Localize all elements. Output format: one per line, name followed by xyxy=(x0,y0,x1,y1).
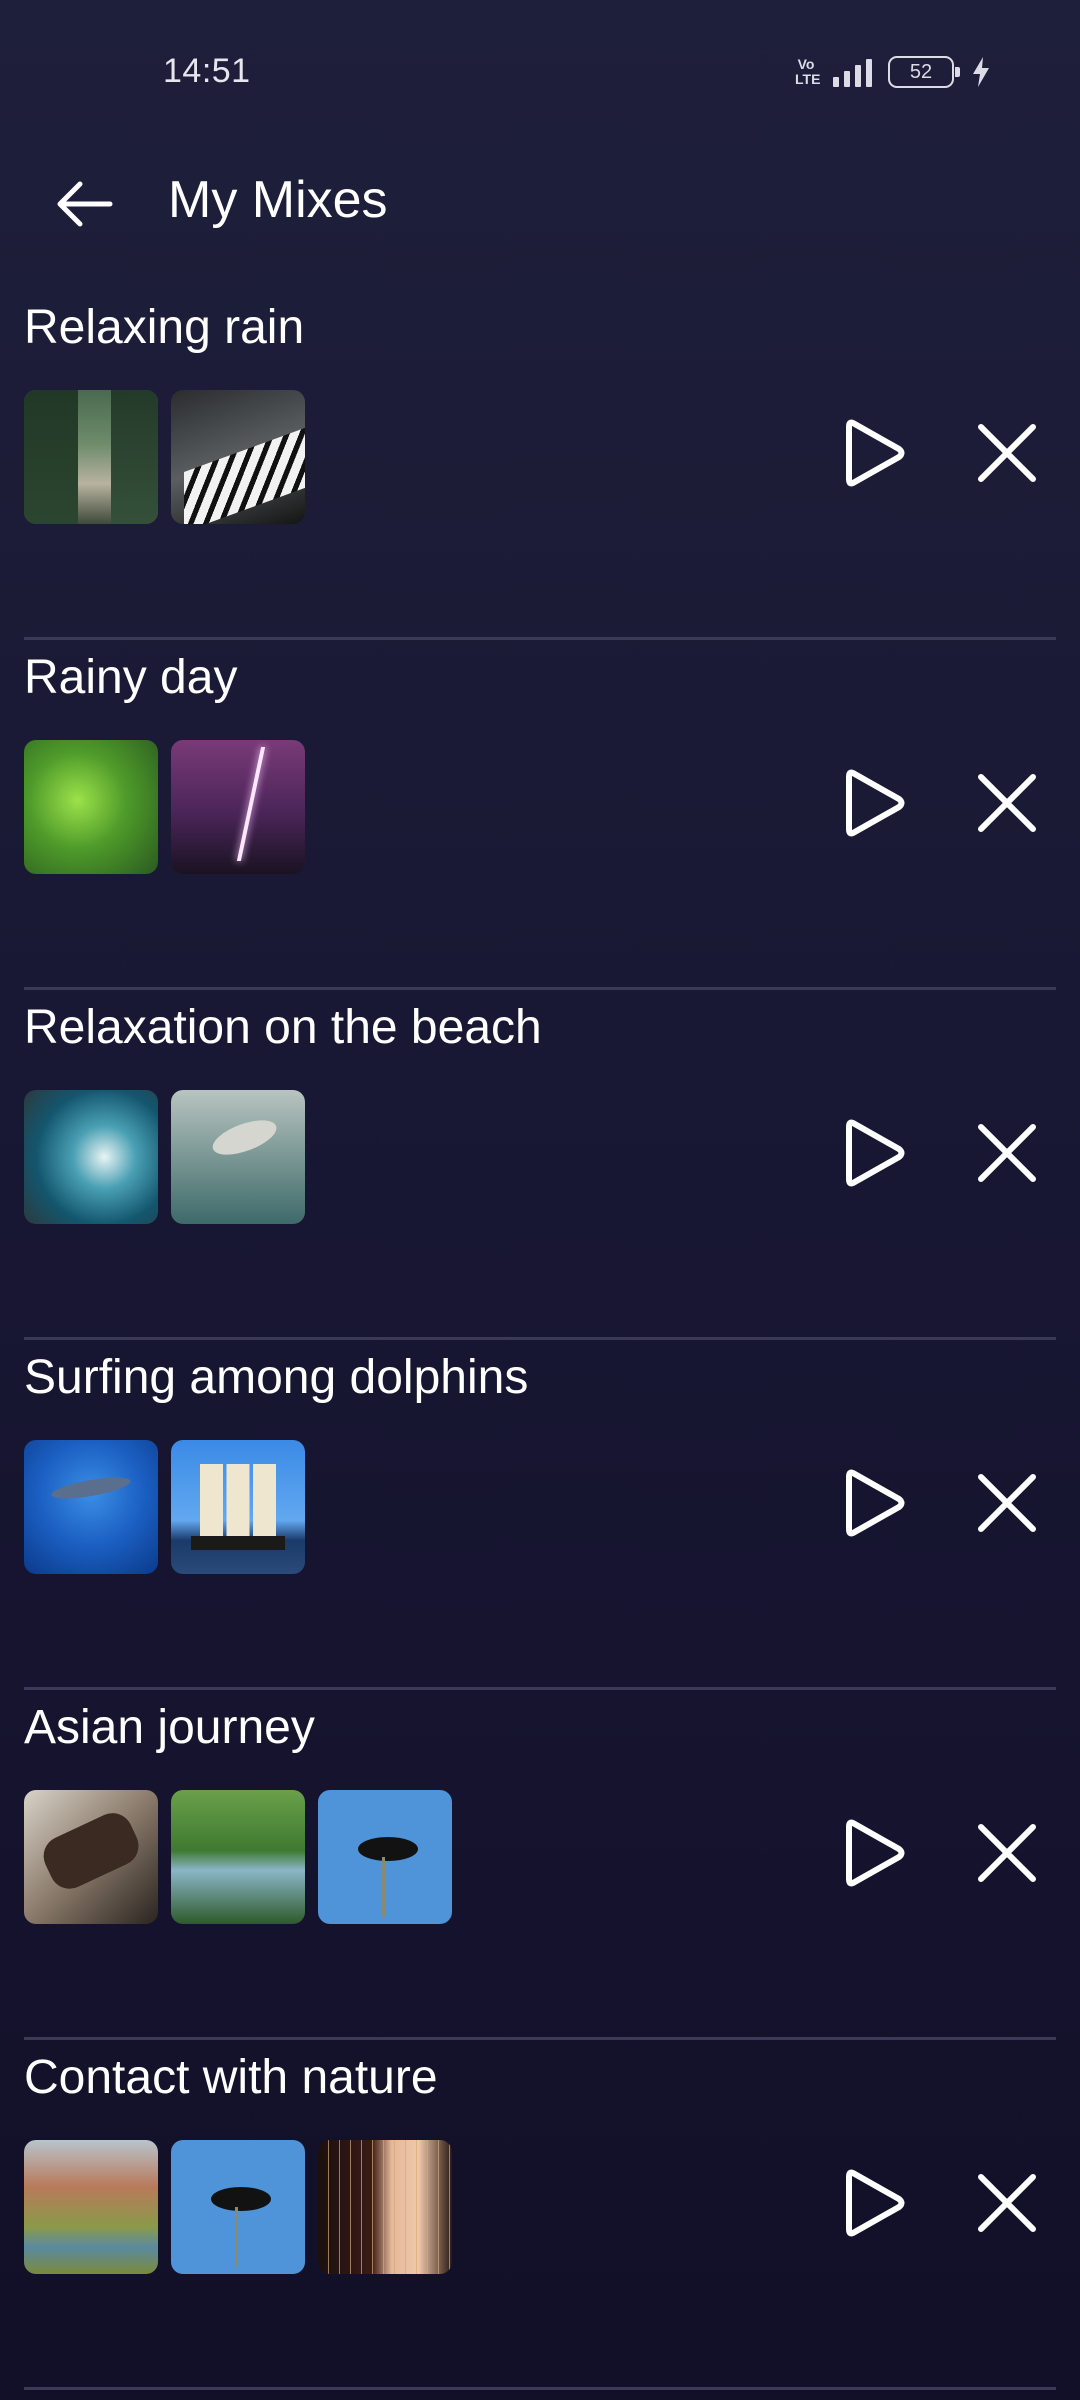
status-time: 14:51 xyxy=(163,52,251,90)
mix-title: Contact with nature xyxy=(24,2051,438,2104)
zither-thumbnail xyxy=(24,1790,158,1924)
play-icon xyxy=(846,1819,905,1887)
lightning-thumbnail xyxy=(171,740,305,874)
mix-actions xyxy=(832,1810,1050,1896)
play-button[interactable] xyxy=(832,410,918,496)
volte-icon: Vo LTE xyxy=(795,56,821,87)
battery-icon: 52 xyxy=(888,56,960,88)
mix-title: Asian journey xyxy=(24,1701,315,1754)
close-icon xyxy=(978,1124,1036,1182)
mix-item[interactable]: Contact with nature xyxy=(0,2040,1080,2390)
arrow-left-icon xyxy=(57,181,113,227)
play-icon xyxy=(846,2169,905,2237)
signal-strength-icon xyxy=(833,57,872,87)
wet-leaves-thumbnail xyxy=(24,740,158,874)
piano-hands-thumbnail xyxy=(171,390,305,524)
canyon-river-thumbnail xyxy=(24,2140,158,2274)
blackbird-thumbnail xyxy=(318,1790,452,1924)
mix-actions xyxy=(832,1110,1050,1196)
remove-button[interactable] xyxy=(964,760,1050,846)
remove-button[interactable] xyxy=(964,1110,1050,1196)
app-header: My Mixes xyxy=(0,150,1080,260)
play-icon xyxy=(846,1119,905,1187)
mix-title: Relaxing rain xyxy=(24,301,305,354)
remove-button[interactable] xyxy=(964,2160,1050,2246)
mix-item[interactable]: Relaxation on the beach xyxy=(0,990,1080,1340)
play-button[interactable] xyxy=(832,1460,918,1546)
mix-title: Rainy day xyxy=(24,651,238,704)
forest-road-thumbnail xyxy=(24,390,158,524)
dolphins-thumbnail xyxy=(24,1440,158,1574)
close-icon xyxy=(978,424,1036,482)
play-button[interactable] xyxy=(832,1110,918,1196)
remove-button[interactable] xyxy=(964,1810,1050,1896)
divider xyxy=(24,2387,1056,2390)
mix-thumbnails xyxy=(24,1440,305,1574)
seagulls-thumbnail xyxy=(171,1090,305,1224)
play-icon xyxy=(846,769,905,837)
charging-icon xyxy=(973,57,989,87)
play-icon xyxy=(846,419,905,487)
close-icon xyxy=(978,2174,1036,2232)
ocean-waves-thumbnail xyxy=(24,1090,158,1224)
mix-item[interactable]: Rainy day xyxy=(0,640,1080,990)
status-icons: Vo LTE 52 xyxy=(795,50,992,94)
mix-thumbnails xyxy=(24,2140,452,2274)
forest-stream-thumbnail xyxy=(171,1790,305,1924)
close-icon xyxy=(978,1824,1036,1882)
mix-actions xyxy=(832,760,1050,846)
mix-thumbnails xyxy=(24,1790,452,1924)
harp-hands-thumbnail xyxy=(318,2140,452,2274)
close-icon xyxy=(978,1474,1036,1532)
mix-thumbnails xyxy=(24,390,305,524)
mix-actions xyxy=(832,2160,1050,2246)
play-button[interactable] xyxy=(832,1810,918,1896)
mix-actions xyxy=(832,1460,1050,1546)
play-icon xyxy=(846,1469,905,1537)
mix-title: Surfing among dolphins xyxy=(24,1351,529,1404)
mix-title: Relaxation on the beach xyxy=(24,1001,542,1054)
mix-item[interactable]: Relaxing rain xyxy=(0,290,1080,640)
play-button[interactable] xyxy=(832,760,918,846)
mix-thumbnails xyxy=(24,1090,305,1224)
remove-button[interactable] xyxy=(964,410,1050,496)
status-bar: 14:51 Vo LTE 52 xyxy=(0,0,1080,150)
close-icon xyxy=(978,774,1036,832)
blackbird-thumbnail xyxy=(171,2140,305,2274)
sailing-ship-thumbnail xyxy=(171,1440,305,1574)
battery-level: 52 xyxy=(909,60,933,83)
mix-list: Relaxing rain Rainy day Relaxation on th… xyxy=(0,290,1080,2390)
mix-item[interactable]: Surfing among dolphins xyxy=(0,1340,1080,1690)
back-button[interactable] xyxy=(48,168,120,240)
remove-button[interactable] xyxy=(964,1460,1050,1546)
mix-thumbnails xyxy=(24,740,305,874)
page-title: My Mixes xyxy=(168,171,388,229)
mix-item[interactable]: Asian journey xyxy=(0,1690,1080,2040)
mix-actions xyxy=(832,410,1050,496)
play-button[interactable] xyxy=(832,2160,918,2246)
